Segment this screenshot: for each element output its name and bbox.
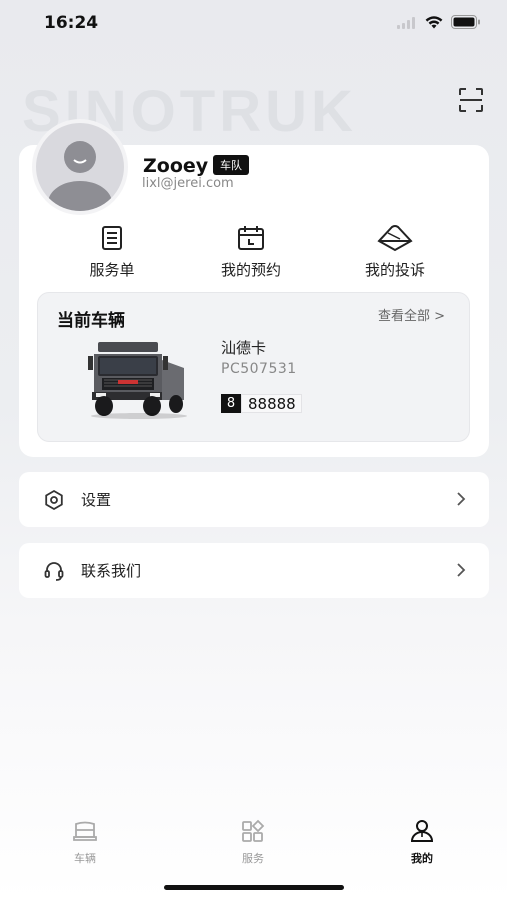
tab-services[interactable]: 服务 [213,818,293,866]
avatar[interactable] [32,119,130,215]
calendar-icon [236,224,266,256]
status-bar: 16:24 [0,0,507,46]
status-time: 16:24 [44,13,99,33]
user-name: Zooey [143,155,209,177]
license-plate: 8 88888 [221,394,302,413]
plate-prefix: 8 [221,394,241,413]
chevron-right-icon [455,561,467,579]
service-grid-icon [240,819,266,847]
service-order-icon [98,224,126,256]
quick-action-appointments[interactable]: 我的预约 [191,225,311,280]
tab-label: 我的 [411,852,433,865]
vehicle-model: 汕德卡 [221,339,267,357]
quick-action-label: 我的预约 [220,261,281,279]
status-icons [397,14,481,33]
truck-image [84,338,194,420]
user-email: lixl@jerei.com [142,176,234,191]
home-indicator [164,885,344,890]
quick-action-label: 服务单 [89,261,135,279]
current-vehicle-title: 当前车辆 [57,311,125,331]
quick-action-complaints[interactable]: 我的投诉 [335,225,455,280]
signal-icon [397,14,417,33]
tab-vehicles[interactable]: 车辆 [45,818,125,866]
tab-label: 服务 [242,852,264,865]
vehicle-icon [72,819,98,847]
settings-icon [43,489,65,511]
quick-action-service-orders[interactable]: 服务单 [52,225,172,280]
quick-actions: 服务单 我的预约 我的投诉 [19,225,489,285]
quick-action-label: 我的投诉 [364,261,425,279]
tab-profile[interactable]: 我的 [382,818,462,866]
scan-icon [457,88,485,118]
battery-icon [451,14,481,33]
bottom-tab-bar: 车辆 服务 我的 [0,818,507,878]
chevron-right-icon [455,490,467,508]
menu-item-label: 设置 [81,491,112,509]
tab-label: 车辆 [74,852,96,865]
scan-button[interactable] [457,86,485,114]
plate-number: 88888 [241,394,302,413]
menu-item-label: 联系我们 [81,562,142,580]
menu-item-contact-us[interactable]: 联系我们 [19,543,489,598]
menu-item-settings[interactable]: 设置 [19,472,489,527]
vehicle-code: PC507531 [221,361,297,377]
view-all-vehicles-link[interactable]: 查看全部 > [378,305,445,324]
user-role-badge: 车队 [213,155,249,175]
profile-icon [409,818,435,848]
avatar-image [32,119,128,215]
wifi-icon [425,14,443,33]
headset-icon [43,560,65,582]
complaint-icon [376,223,414,257]
